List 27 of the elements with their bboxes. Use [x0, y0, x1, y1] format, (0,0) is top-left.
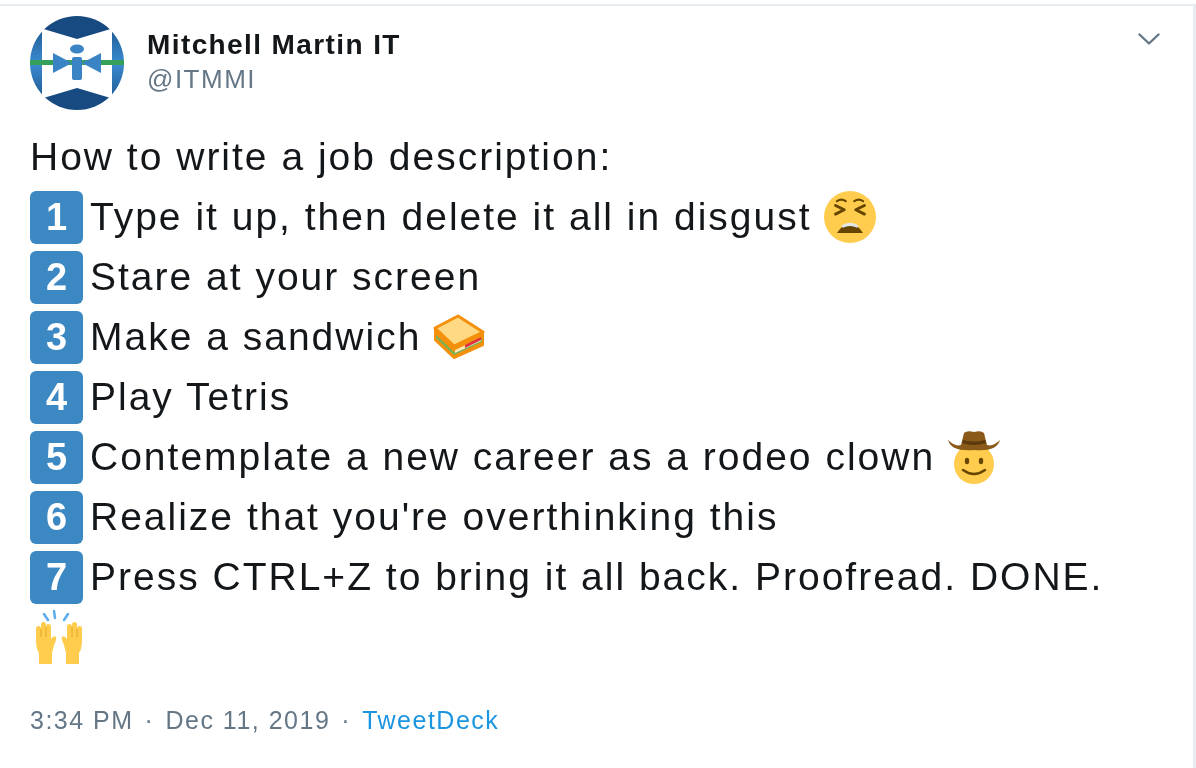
tweet-date: Dec 11, 2019 [165, 705, 331, 735]
number-keycap: 1 [30, 190, 83, 244]
step-text: Type it up, then delete it all in disgust [90, 194, 812, 240]
cowboy-face-emoji-icon [947, 430, 1002, 484]
number-keycap: 3 [30, 310, 83, 364]
tweet-intro: How to write a job description: [30, 134, 613, 180]
step-text: Stare at your screen [90, 254, 482, 300]
source-link[interactable]: TweetDeck [362, 705, 500, 735]
tired-face-emoji-icon [823, 191, 876, 243]
step-text: Realize that you're overthinking this [90, 494, 779, 540]
step-text: Play Tetris [90, 374, 292, 420]
step-text: Contemplate a new career as a rodeo clown [90, 434, 936, 480]
author-handle[interactable]: @ITMMI [147, 62, 401, 96]
step-text: Make a sandwich [90, 314, 422, 360]
author-name[interactable]: Mitchell Martin IT [147, 28, 401, 62]
number-keycap: 2 [30, 250, 83, 304]
number-keycap: 4 [30, 370, 83, 424]
number-keycap: 5 [30, 430, 83, 484]
middle-dot: · [341, 705, 352, 735]
number-keycap: 6 [30, 490, 83, 544]
step-text: Press CTRL+Z to bring it all back. Proofread. DONE. [90, 554, 1104, 600]
tweet-time: 3:34 PM [30, 705, 134, 735]
sandwich-emoji-icon [433, 314, 486, 360]
chevron-down-icon [1138, 33, 1160, 45]
avatar-logo[interactable] [30, 16, 124, 110]
middle-dot: · [144, 705, 155, 735]
number-keycap: 7 [30, 550, 83, 604]
